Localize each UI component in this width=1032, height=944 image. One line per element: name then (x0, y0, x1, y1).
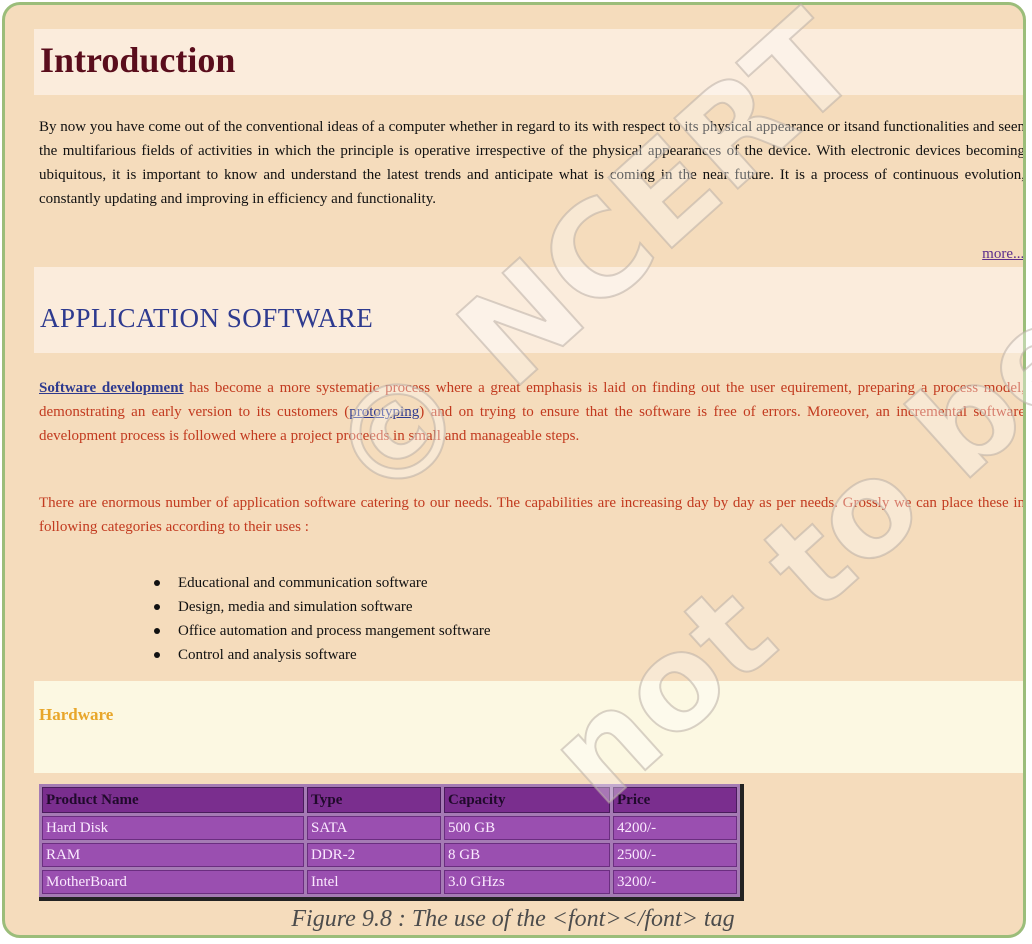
intro-header-band: Introduction (34, 29, 1023, 95)
software-categories-list: Educational and communication software D… (154, 571, 491, 667)
table-cell: RAM (42, 843, 304, 867)
list-item: Educational and communication software (154, 571, 491, 595)
list-item: Control and analysis software (154, 643, 491, 667)
column-header: Capacity (444, 787, 610, 813)
list-item: Design, media and simulation software (154, 595, 491, 619)
table-cell: Intel (307, 870, 441, 894)
hardware-table: Product Name Type Capacity Price Hard Di… (39, 784, 744, 901)
list-item: Office automation and process mangement … (154, 619, 491, 643)
table-cell: DDR-2 (307, 843, 441, 867)
hardware-title: Hardware (39, 705, 114, 724)
software-development-link[interactable]: Software development (39, 380, 184, 396)
table-cell: MotherBoard (42, 870, 304, 894)
application-title: APPLICATION SOFTWARE (40, 303, 374, 333)
figure-frame: Introduction By now you have come out of… (2, 2, 1026, 938)
software-development-paragraph: Software development has become a more s… (39, 376, 1023, 448)
table-cell: Hard Disk (42, 816, 304, 840)
table-cell: 2500/- (613, 843, 737, 867)
table-cell: 4200/- (613, 816, 737, 840)
figure-caption: Figure 9.8 : The use of the <font></font… (291, 906, 735, 932)
table-cell: SATA (307, 816, 441, 840)
table-row: MotherBoard Intel 3.0 GHzs 3200/- (42, 870, 737, 894)
table-cell: 3200/- (613, 870, 737, 894)
categories-intro-paragraph: There are enormous number of application… (39, 495, 1025, 535)
hardware-header-band: Hardware (34, 681, 1023, 773)
table-header-row: Product Name Type Capacity Price (42, 787, 737, 813)
intro-paragraph: By now you have come out of the conventi… (39, 119, 1025, 207)
web-page: Introduction By now you have come out of… (34, 29, 1025, 901)
column-header: Product Name (42, 787, 304, 813)
table-cell: 500 GB (444, 816, 610, 840)
column-header: Price (613, 787, 737, 813)
table-cell: 8 GB (444, 843, 610, 867)
table-row: Hard Disk SATA 500 GB 4200/- (42, 816, 737, 840)
intro-title: Introduction (40, 40, 236, 80)
table-row: RAM DDR-2 8 GB 2500/- (42, 843, 737, 867)
table-cell: 3.0 GHzs (444, 870, 610, 894)
prototyping-link[interactable]: prototyping (349, 404, 419, 420)
application-header-band: APPLICATION SOFTWARE (34, 267, 1023, 353)
column-header: Type (307, 787, 441, 813)
more-link[interactable]: more.... (982, 246, 1023, 263)
